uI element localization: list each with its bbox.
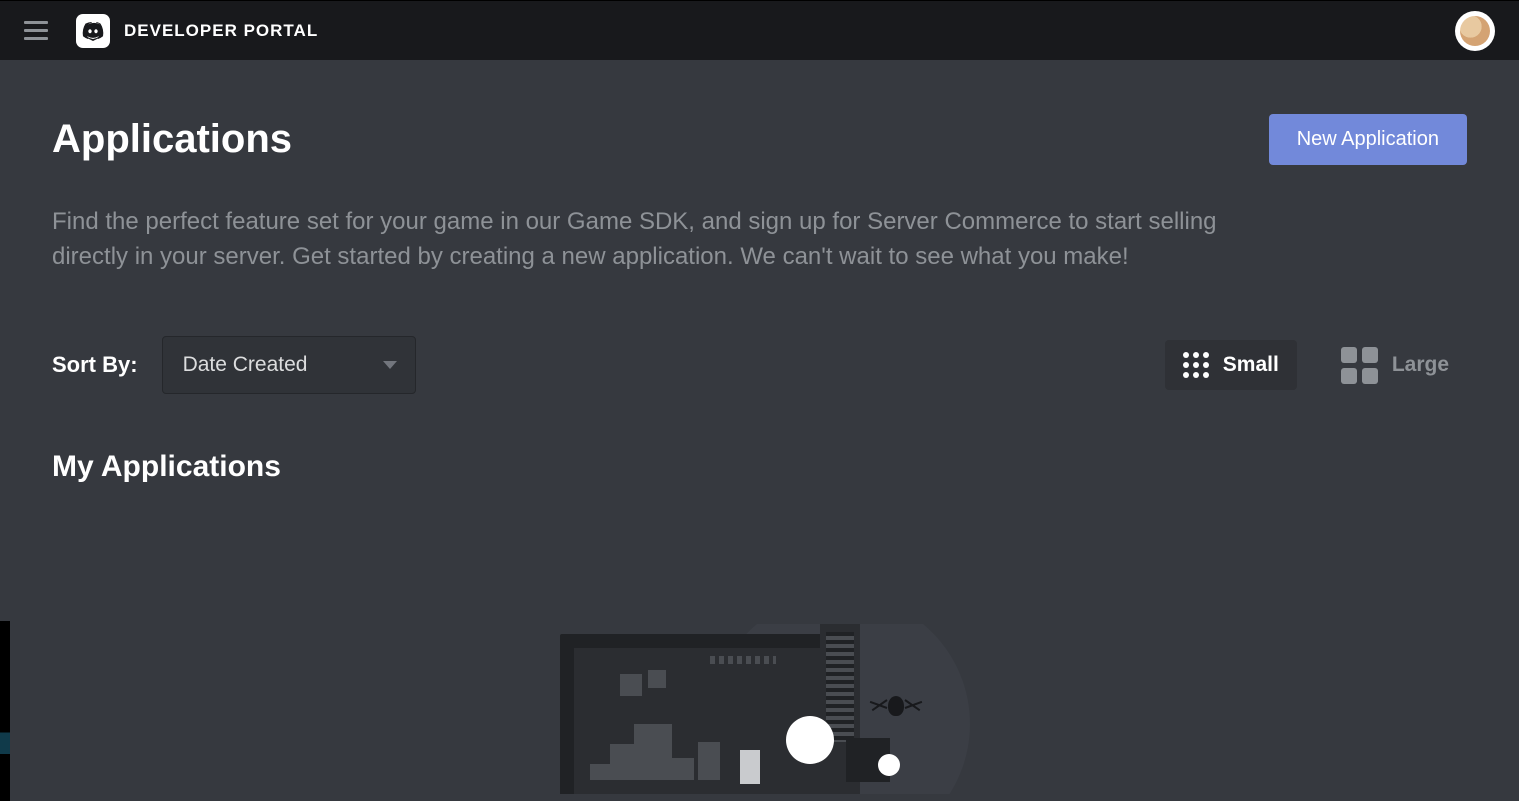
page-title: Applications [52,117,292,162]
spider-icon [878,688,914,724]
grid-large-icon [1341,347,1378,384]
view-toggle: Small Large [1165,335,1467,396]
my-applications-heading: My Applications [52,450,1467,484]
sort-by-label: Sort By: [52,352,138,378]
hamburger-icon [24,21,48,24]
grid-small-icon [1183,352,1209,378]
controls-row: Sort By: Date Created Small Large [52,335,1467,396]
brand-area[interactable]: DEVELOPER PORTAL [76,14,318,48]
user-avatar[interactable] [1455,11,1495,51]
empty-state-illustration [52,624,1467,794]
new-application-button[interactable]: New Application [1269,114,1467,165]
page-content: Applications New Application Find the pe… [0,60,1519,801]
sort-selected-value: Date Created [183,353,308,377]
offscreen-editor-sliver [0,621,10,801]
view-large-label: Large [1392,353,1449,377]
chevron-down-icon [383,361,397,369]
view-small-button[interactable]: Small [1165,340,1297,390]
sort-select[interactable]: Date Created [162,336,416,394]
discord-logo-icon [76,14,110,48]
brand-text: DEVELOPER PORTAL [124,21,318,41]
avatar-image [1460,16,1490,46]
menu-button[interactable] [16,11,56,51]
view-large-button[interactable]: Large [1323,335,1467,396]
top-bar: DEVELOPER PORTAL [0,0,1519,60]
title-row: Applications New Application [52,114,1467,165]
page-description: Find the perfect feature set for your ga… [52,205,1282,275]
view-small-label: Small [1223,353,1279,377]
